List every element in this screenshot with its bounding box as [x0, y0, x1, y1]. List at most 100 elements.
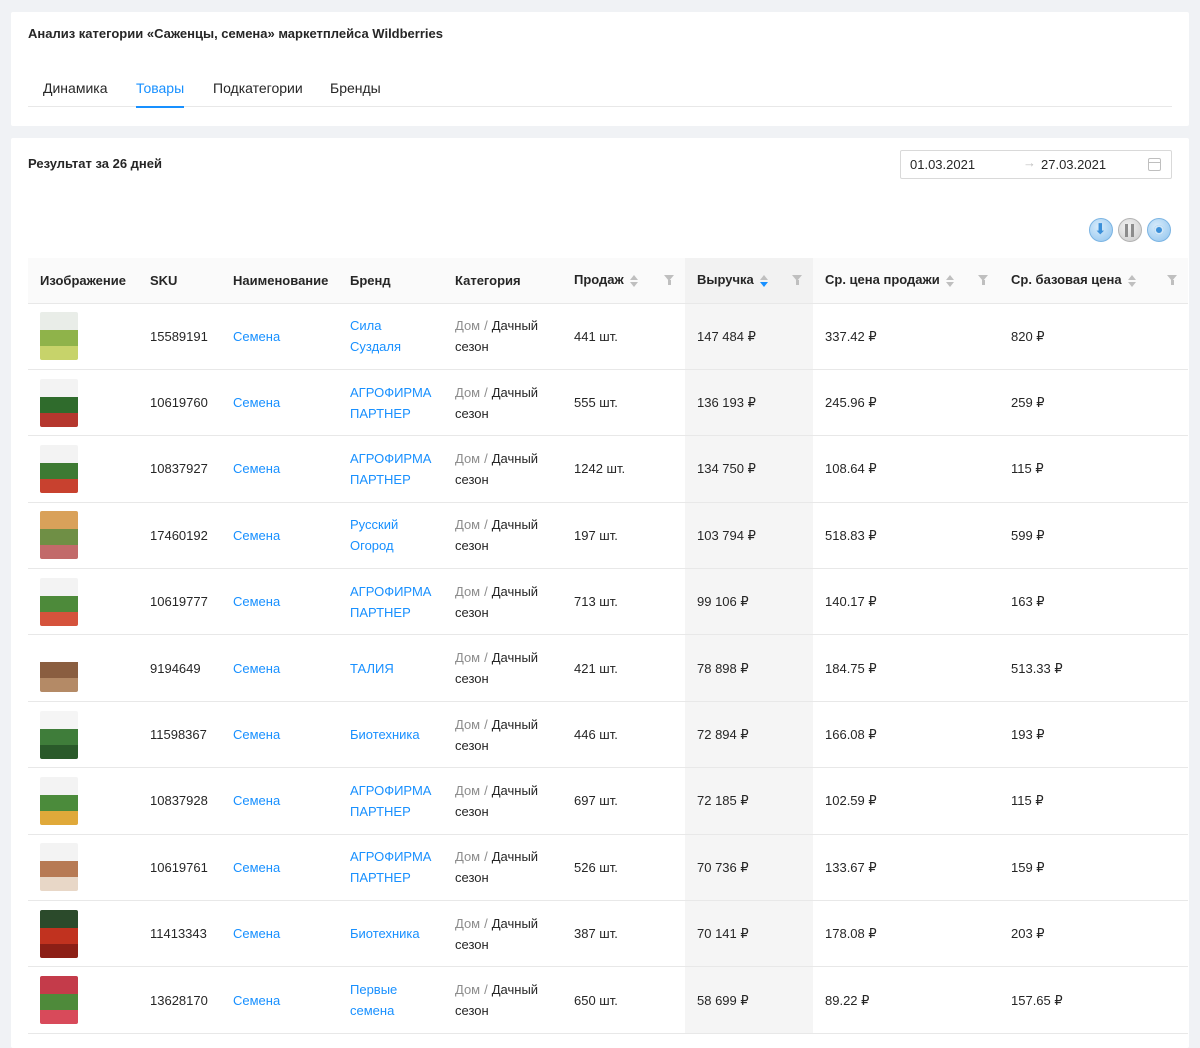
brand-link[interactable]: Русский Огород — [350, 517, 398, 553]
product-name-link[interactable]: Семена — [233, 993, 280, 1008]
product-thumbnail[interactable] — [40, 976, 78, 1025]
cell-base-price: 259 ₽ — [999, 369, 1188, 437]
cell-base-price: 159 ₽ — [999, 834, 1188, 902]
brand-link[interactable]: АГРОФИРМА ПАРТНЕР — [350, 451, 431, 487]
cell-sku: 10619760 — [138, 369, 221, 437]
filter-icon[interactable] — [978, 275, 989, 286]
brand-link[interactable]: ТАЛИЯ — [350, 661, 394, 676]
category-parent[interactable]: Дом — [455, 517, 480, 532]
tab-dynamics[interactable]: Динамика — [43, 80, 107, 107]
col-avg-price[interactable]: Ср. цена продажи — [813, 258, 999, 304]
cell-revenue: 134 750 ₽ — [685, 435, 813, 503]
filter-icon[interactable] — [1167, 275, 1178, 286]
cell-revenue: 103 794 ₽ — [685, 502, 813, 570]
calendar-icon[interactable] — [1148, 158, 1161, 171]
cell-base-price: 193 ₽ — [999, 701, 1188, 769]
brand-link[interactable]: Биотехника — [350, 926, 420, 941]
category-parent[interactable]: Дом — [455, 650, 480, 665]
filter-icon[interactable] — [664, 275, 675, 286]
product-thumbnail[interactable] — [40, 776, 78, 825]
brand-link[interactable]: АГРОФИРМА ПАРТНЕР — [350, 385, 431, 421]
filter-icon[interactable] — [792, 275, 803, 286]
category-parent[interactable]: Дом — [455, 451, 480, 466]
breadcrumb-separator: / — [484, 318, 488, 334]
sort-icon[interactable] — [1127, 274, 1136, 288]
sort-icon[interactable] — [629, 274, 638, 288]
cell-avg-price: 140.17 ₽ — [813, 568, 999, 636]
brand-link[interactable]: Первые семена — [350, 982, 397, 1018]
category-parent[interactable]: Дом — [455, 385, 480, 400]
product-thumbnail[interactable] — [40, 843, 78, 892]
sort-desc-icon[interactable] — [759, 274, 768, 288]
brand-link[interactable]: АГРОФИРМА ПАРТНЕР — [350, 783, 431, 819]
brand-link[interactable]: Сила Суздаля — [350, 318, 401, 354]
cell-avg-price: 337.42 ₽ — [813, 303, 999, 370]
sort-icon[interactable] — [945, 274, 954, 288]
breadcrumb-separator: / — [484, 915, 488, 931]
cell-base-price: 157.65 ₽ — [999, 966, 1188, 1034]
product-name-link[interactable]: Семена — [233, 661, 280, 676]
product-thumbnail[interactable] — [40, 312, 78, 361]
col-base-price[interactable]: Ср. базовая цена — [999, 258, 1188, 304]
category-parent[interactable]: Дом — [455, 916, 480, 931]
category-parent[interactable]: Дом — [455, 849, 480, 864]
cell-sales: 555 шт. — [562, 369, 685, 437]
cell-base-price: 513.33 ₽ — [999, 634, 1188, 702]
breadcrumb-separator: / — [484, 982, 488, 998]
cell-image — [28, 568, 138, 636]
col-sales[interactable]: Продаж — [562, 258, 685, 304]
columns-icon[interactable] — [1118, 218, 1142, 242]
table-row: 11598367 Семена Биотехника Дом / Дачный сезон… — [28, 701, 1188, 769]
cell-category: Дом / Дачный сезон — [443, 834, 562, 902]
settings-icon[interactable] — [1147, 218, 1171, 242]
product-thumbnail[interactable] — [40, 909, 78, 958]
cell-name: Семена — [221, 568, 338, 636]
product-name-link[interactable]: Семена — [233, 461, 280, 476]
category-parent[interactable]: Дом — [455, 717, 480, 732]
date-from[interactable]: 01.03.2021 — [910, 157, 975, 172]
brand-link[interactable]: Биотехника — [350, 727, 420, 742]
product-thumbnail[interactable] — [40, 511, 78, 560]
cell-name: Семена — [221, 966, 338, 1034]
product-thumbnail[interactable] — [40, 444, 78, 493]
col-revenue[interactable]: Выручка — [685, 258, 813, 304]
date-to[interactable]: 27.03.2021 — [1041, 157, 1106, 172]
product-name-link[interactable]: Семена — [233, 329, 280, 344]
table-row: 10619760 Семена АГРОФИРМА ПАРТНЕР Дом / Дачны… — [28, 369, 1188, 437]
product-thumbnail[interactable] — [40, 577, 78, 626]
tab-brands[interactable]: Бренды — [330, 80, 381, 107]
category-parent[interactable]: Дом — [455, 982, 480, 997]
product-thumbnail[interactable] — [40, 644, 78, 693]
cell-brand: Биотехника — [338, 701, 443, 769]
cell-sku: 10619777 — [138, 568, 221, 636]
cell-avg-price: 108.64 ₽ — [813, 435, 999, 503]
table-row: 10837927 Семена АГРОФИРМА ПАРТНЕР Дом / Дачны… — [28, 435, 1188, 503]
cell-revenue: 78 898 ₽ — [685, 634, 813, 702]
cell-revenue: 147 484 ₽ — [685, 303, 813, 370]
date-range-picker[interactable]: 01.03.2021 → 27.03.2021 — [900, 150, 1172, 179]
product-name-link[interactable]: Семена — [233, 528, 280, 543]
cell-category: Дом / Дачный сезон — [443, 634, 562, 702]
category-parent[interactable]: Дом — [455, 783, 480, 798]
product-thumbnail[interactable] — [40, 710, 78, 759]
product-thumbnail[interactable] — [40, 378, 78, 427]
cell-base-price: 115 ₽ — [999, 435, 1188, 503]
brand-link[interactable]: АГРОФИРМА ПАРТНЕР — [350, 849, 431, 885]
category-parent[interactable]: Дом — [455, 318, 480, 333]
product-name-link[interactable]: Семена — [233, 594, 280, 609]
product-name-link[interactable]: Семена — [233, 395, 280, 410]
product-name-link[interactable]: Семена — [233, 793, 280, 808]
table-row: 11413343 Семена Биотехника Дом / Дачный сезон… — [28, 900, 1188, 968]
download-icon[interactable] — [1089, 218, 1113, 242]
brand-link[interactable]: АГРОФИРМА ПАРТНЕР — [350, 584, 431, 620]
cell-sales: 650 шт. — [562, 966, 685, 1034]
breadcrumb-separator: / — [484, 716, 488, 732]
tab-products[interactable]: Товары — [136, 80, 185, 108]
breadcrumb-separator: / — [484, 650, 488, 666]
col-revenue-label: Выручка — [697, 272, 754, 288]
product-name-link[interactable]: Семена — [233, 727, 280, 742]
category-parent[interactable]: Дом — [455, 584, 480, 599]
product-name-link[interactable]: Семена — [233, 860, 280, 875]
product-name-link[interactable]: Семена — [233, 926, 280, 941]
tab-subcategories[interactable]: Подкатегории — [213, 80, 303, 107]
